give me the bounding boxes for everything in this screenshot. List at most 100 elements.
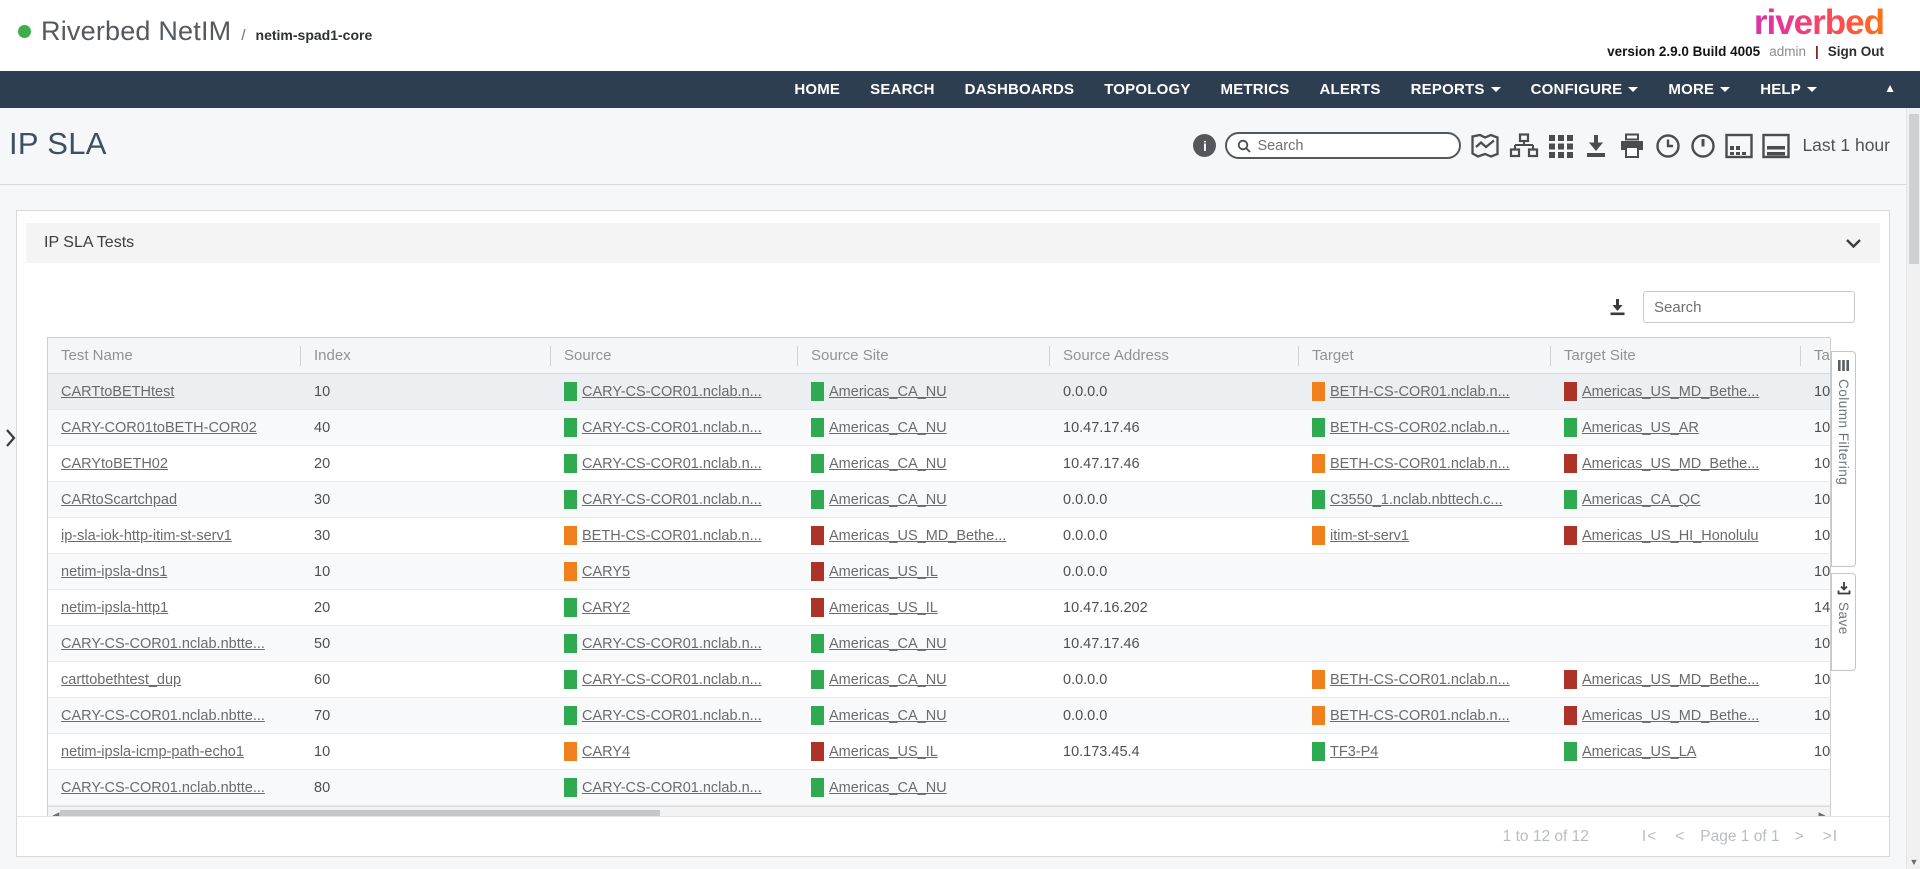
column-header-test-name[interactable]: Test Name bbox=[48, 338, 301, 373]
test-name-link[interactable]: CARY-COR01toBETH-COR02 bbox=[61, 420, 257, 436]
source-link[interactable]: CARY-CS-COR01.nclab.n... bbox=[582, 384, 762, 400]
grid-icon[interactable] bbox=[1548, 133, 1574, 159]
target-site-link[interactable]: Americas_US_HI_Honolulu bbox=[1582, 528, 1759, 544]
clock-icon[interactable] bbox=[1655, 133, 1681, 159]
time-setting-icon[interactable] bbox=[1690, 133, 1716, 159]
table-rows-icon[interactable] bbox=[1762, 133, 1790, 159]
source-site-link[interactable]: Americas_CA_NU bbox=[829, 780, 947, 796]
source-site-link[interactable]: Americas_CA_NU bbox=[829, 492, 947, 508]
test-name-link[interactable]: CARtoScartchpad bbox=[61, 492, 177, 508]
source-link[interactable]: CARY-CS-COR01.nclab.n... bbox=[582, 492, 762, 508]
table-filter-icon[interactable] bbox=[1725, 133, 1753, 159]
nav-item-more[interactable]: MORE bbox=[1653, 81, 1745, 98]
target-link[interactable]: BETH-CS-COR01.nclab.n... bbox=[1330, 456, 1510, 472]
table-row[interactable]: CARYtoBETH0220CARY-CS-COR01.nclab.n...Am… bbox=[48, 446, 1831, 482]
print-icon[interactable] bbox=[1618, 133, 1646, 159]
source-site-link[interactable]: Americas_US_IL bbox=[829, 744, 938, 760]
target-link[interactable]: BETH-CS-COR01.nclab.n... bbox=[1330, 672, 1510, 688]
source-link[interactable]: CARY-CS-COR01.nclab.n... bbox=[582, 636, 762, 652]
column-header-index[interactable]: Index bbox=[301, 338, 551, 373]
time-range-label[interactable]: Last 1 hour bbox=[1802, 135, 1890, 156]
nav-item-metrics[interactable]: METRICS bbox=[1206, 81, 1305, 98]
nav-item-alerts[interactable]: ALERTS bbox=[1304, 81, 1395, 98]
source-link[interactable]: BETH-CS-COR01.nclab.n... bbox=[582, 528, 762, 544]
export-icon[interactable] bbox=[1608, 298, 1627, 317]
table-row[interactable]: CARY-CS-COR01.nclab.nbtte...50CARY-CS-CO… bbox=[48, 626, 1831, 662]
test-name-link[interactable]: netim-ipsla-dns1 bbox=[61, 564, 167, 580]
last-page-button[interactable]: >I bbox=[1814, 828, 1847, 846]
target-site-link[interactable]: Americas_US_LA bbox=[1582, 744, 1696, 760]
column-header-target[interactable]: Target bbox=[1299, 338, 1551, 373]
source-site-link[interactable]: Americas_CA_NU bbox=[829, 672, 947, 688]
source-link[interactable]: CARY-CS-COR01.nclab.n... bbox=[582, 456, 762, 472]
column-header-source-address[interactable]: Source Address bbox=[1050, 338, 1299, 373]
table-row[interactable]: netim-ipsla-dns110CARY5Americas_US_IL0.0… bbox=[48, 554, 1831, 590]
table-row[interactable]: carttobethtest_dup60CARY-CS-COR01.nclab.… bbox=[48, 662, 1831, 698]
source-link[interactable]: CARY-CS-COR01.nclab.n... bbox=[582, 420, 762, 436]
next-page-button[interactable]: > bbox=[1786, 828, 1814, 846]
target-link[interactable]: C3550_1.nclab.nbttech.c... bbox=[1330, 492, 1503, 508]
target-link[interactable]: BETH-CS-COR01.nclab.n... bbox=[1330, 384, 1510, 400]
test-name-link[interactable]: netim-ipsla-http1 bbox=[61, 600, 168, 616]
target-link[interactable]: BETH-CS-COR01.nclab.n... bbox=[1330, 708, 1510, 724]
nav-item-reports[interactable]: REPORTS bbox=[1396, 81, 1516, 98]
target-site-link[interactable]: Americas_US_MD_Bethe... bbox=[1582, 672, 1759, 688]
topology-icon[interactable] bbox=[1509, 133, 1539, 159]
accordion-header[interactable]: IP SLA Tests bbox=[26, 223, 1880, 263]
column-header-source[interactable]: Source bbox=[551, 338, 798, 373]
table-row[interactable]: CARY-CS-COR01.nclab.nbtte...70CARY-CS-CO… bbox=[48, 698, 1831, 734]
source-site-link[interactable]: Americas_US_IL bbox=[829, 600, 938, 616]
target-site-link[interactable]: Americas_US_MD_Bethe... bbox=[1582, 456, 1759, 472]
target-link[interactable]: itim-st-serv1 bbox=[1330, 528, 1409, 544]
table-row[interactable]: CARY-CS-COR01.nclab.nbtte...80CARY-CS-CO… bbox=[48, 770, 1831, 806]
target-link[interactable]: TF3-P4 bbox=[1330, 744, 1378, 760]
scroll-down-arrow-icon[interactable]: ▼ bbox=[1907, 857, 1920, 867]
table-row[interactable]: CARTtoBETHtest10CARY-CS-COR01.nclab.n...… bbox=[48, 374, 1831, 410]
source-site-link[interactable]: Americas_CA_NU bbox=[829, 384, 947, 400]
target-site-link[interactable]: Americas_US_MD_Bethe... bbox=[1582, 708, 1759, 724]
chevron-down-icon[interactable] bbox=[1845, 238, 1862, 249]
test-name-link[interactable]: CARY-CS-COR01.nclab.nbtte... bbox=[61, 780, 265, 796]
source-link[interactable]: CARY2 bbox=[582, 600, 630, 616]
table-row[interactable]: CARtoScartchpad30CARY-CS-COR01.nclab.n..… bbox=[48, 482, 1831, 518]
nav-item-home[interactable]: HOME bbox=[779, 81, 855, 98]
nav-item-help[interactable]: HELP bbox=[1745, 81, 1832, 98]
source-link[interactable]: CARY-CS-COR01.nclab.n... bbox=[582, 780, 762, 796]
test-name-link[interactable]: CARTtoBETHtest bbox=[61, 384, 174, 400]
source-site-link[interactable]: Americas_US_IL bbox=[829, 564, 938, 580]
nav-item-search[interactable]: SEARCH bbox=[855, 81, 950, 98]
column-header-target-address[interactable]: Target Address bbox=[1801, 338, 1831, 373]
nav-item-dashboards[interactable]: DASHBOARDS bbox=[950, 81, 1090, 98]
source-site-link[interactable]: Americas_CA_NU bbox=[829, 708, 947, 724]
target-site-link[interactable]: Americas_CA_QC bbox=[1582, 492, 1700, 508]
source-link[interactable]: CARY4 bbox=[582, 744, 630, 760]
table-row[interactable]: ip-sla-iok-http-itim-st-serv130BETH-CS-C… bbox=[48, 518, 1831, 554]
sign-out-link[interactable]: Sign Out bbox=[1828, 44, 1884, 59]
test-name-link[interactable]: CARY-CS-COR01.nclab.nbtte... bbox=[61, 708, 265, 724]
first-page-button[interactable]: I< bbox=[1633, 828, 1666, 846]
vertical-scrollbar[interactable]: ▼ bbox=[1906, 108, 1920, 869]
test-name-link[interactable]: ip-sla-iok-http-itim-st-serv1 bbox=[61, 528, 232, 544]
source-site-link[interactable]: Americas_US_MD_Bethe... bbox=[829, 528, 1006, 544]
target-link[interactable]: BETH-CS-COR02.nclab.n... bbox=[1330, 420, 1510, 436]
source-site-link[interactable]: Americas_CA_NU bbox=[829, 456, 947, 472]
target-site-link[interactable]: Americas_US_AR bbox=[1582, 420, 1699, 436]
column-filtering-tab[interactable]: Column Filtering bbox=[1831, 351, 1856, 567]
username-label[interactable]: admin bbox=[1769, 44, 1806, 59]
vertical-scroll-thumb[interactable] bbox=[1909, 114, 1919, 264]
test-name-link[interactable]: CARYtoBETH02 bbox=[61, 456, 168, 472]
table-search-input[interactable] bbox=[1643, 291, 1855, 323]
page-search-input[interactable] bbox=[1257, 138, 1437, 154]
download-icon[interactable] bbox=[1583, 133, 1609, 159]
sidebar-expander[interactable] bbox=[5, 428, 16, 453]
source-site-link[interactable]: Americas_CA_NU bbox=[829, 636, 947, 652]
column-header-source-site[interactable]: Source Site bbox=[798, 338, 1050, 373]
source-site-link[interactable]: Americas_CA_NU bbox=[829, 420, 947, 436]
nav-item-configure[interactable]: CONFIGURE bbox=[1516, 81, 1654, 98]
table-row[interactable]: netim-ipsla-icmp-path-echo110CARY4Americ… bbox=[48, 734, 1831, 770]
table-row[interactable]: netim-ipsla-http120CARY2Americas_US_IL10… bbox=[48, 590, 1831, 626]
map-icon[interactable] bbox=[1470, 133, 1500, 159]
info-icon[interactable]: i bbox=[1193, 134, 1216, 157]
navbar-collapse-icon[interactable]: ▲ bbox=[1884, 81, 1896, 95]
test-name-link[interactable]: netim-ipsla-icmp-path-echo1 bbox=[61, 744, 244, 760]
